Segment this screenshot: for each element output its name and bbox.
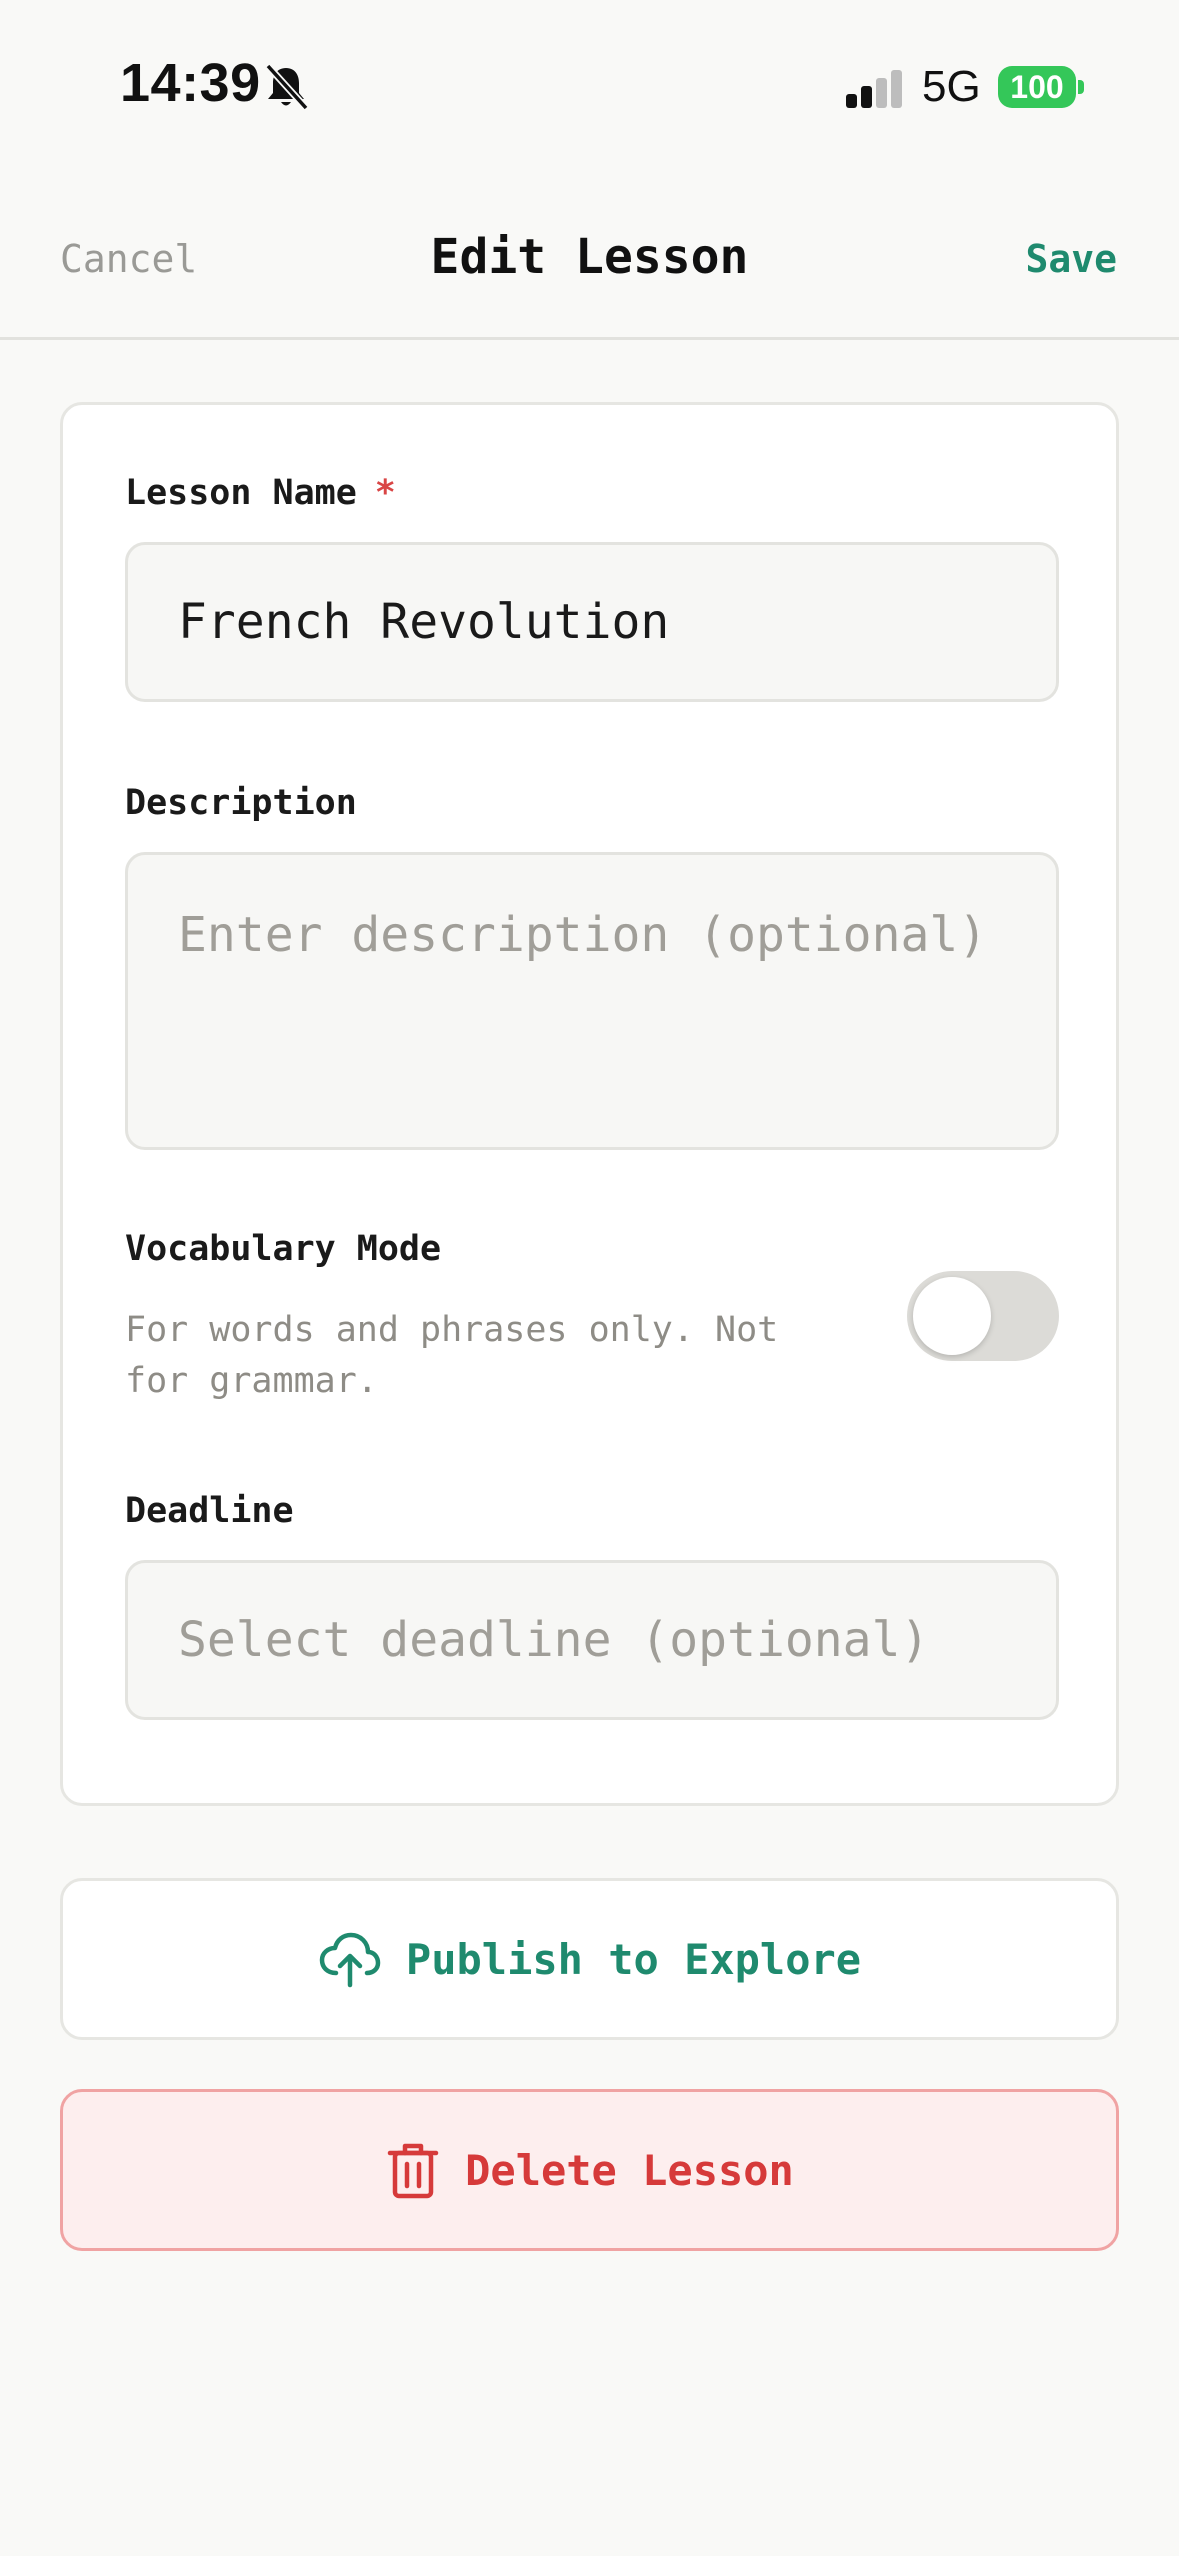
signal-icon (846, 70, 902, 108)
required-asterisk: * (374, 473, 396, 513)
trash-icon (387, 2143, 439, 2199)
vocabulary-mode-label: Vocabulary Mode (125, 1229, 442, 1269)
publish-button-label: Publish to Explore (405, 1934, 862, 1984)
status-bar: 14:39 5G 100 (0, 0, 1179, 175)
lesson-name-input[interactable] (125, 542, 1059, 702)
cancel-button[interactable]: Cancel (60, 237, 197, 281)
delete-button-label: Delete Lesson (465, 2145, 794, 2195)
lesson-form-card: Lesson Name * Description Vocabulary Mode… (60, 402, 1119, 1806)
deadline-input[interactable] (125, 1560, 1059, 1720)
description-input[interactable] (125, 852, 1059, 1150)
delete-lesson-button[interactable]: Delete Lesson (60, 2089, 1119, 2251)
save-button[interactable]: Save (1025, 237, 1117, 281)
lesson-name-label-text: Lesson Name (125, 473, 357, 513)
description-label: Description (125, 783, 357, 823)
battery-tip (1078, 80, 1084, 94)
publish-to-explore-button[interactable]: Publish to Explore (60, 1878, 1119, 2040)
battery-indicator: 100 (998, 66, 1076, 108)
network-type: 5G (922, 62, 981, 111)
toggle-knob (913, 1277, 991, 1355)
bell-slash-icon (265, 63, 309, 111)
cloud-upload-icon (319, 1932, 381, 1988)
status-time: 14:39 (120, 53, 261, 113)
deadline-label: Deadline (125, 1491, 294, 1531)
battery-level: 100 (1010, 68, 1064, 105)
vocabulary-mode-helper: For words and phrases only. Not for gram… (125, 1310, 779, 1401)
lesson-name-label: Lesson Name * (125, 473, 396, 513)
navigation-bar: Cancel Edit Lesson Save (0, 175, 1179, 340)
vocabulary-mode-toggle[interactable] (907, 1271, 1059, 1361)
